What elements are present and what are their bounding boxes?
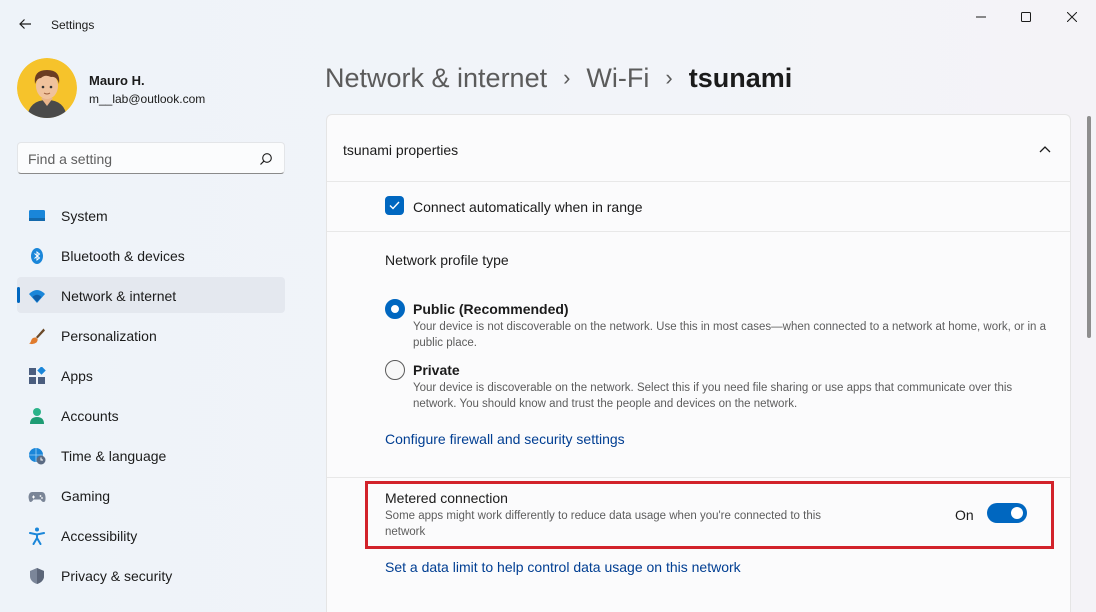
user-avatar-icon <box>17 58 77 118</box>
private-radio[interactable] <box>385 360 405 380</box>
breadcrumb-network-internet[interactable]: Network & internet <box>325 63 547 94</box>
sidebar-item-privacy-security[interactable]: Privacy & security <box>17 557 285 593</box>
maximize-button[interactable] <box>1003 0 1049 34</box>
app-title: Settings <box>51 18 95 32</box>
data-limit-link[interactable]: Set a data limit to help control data us… <box>385 559 741 575</box>
sidebar-item-label: Accounts <box>61 408 119 424</box>
shield-icon <box>30 568 44 584</box>
brush-icon <box>29 328 45 345</box>
accessibility-icon <box>29 527 45 545</box>
sidebar-item-label: Personalization <box>61 328 157 344</box>
close-icon <box>1067 12 1077 22</box>
user-name: Mauro H. <box>89 73 145 88</box>
breadcrumb-wifi[interactable]: Wi-Fi <box>586 63 649 94</box>
public-radio-label[interactable]: Public (Recommended) <box>413 301 569 317</box>
sidebar-item-apps[interactable]: Apps <box>17 357 285 393</box>
back-button[interactable] <box>12 10 38 38</box>
close-button[interactable] <box>1049 0 1095 34</box>
sidebar-item-time-language[interactable]: Time & language <box>17 437 285 473</box>
sidebar-item-gaming[interactable]: Gaming <box>17 477 285 513</box>
user-email: m__lab@outlook.com <box>89 92 206 106</box>
sidebar-item-accessibility[interactable]: Accessibility <box>17 517 285 553</box>
public-description: Your device is not discoverable on the n… <box>413 321 1047 349</box>
gamepad-icon <box>28 492 46 502</box>
back-arrow-icon <box>19 19 31 29</box>
firewall-settings-link[interactable]: Configure firewall and security settings <box>385 431 625 447</box>
minimize-icon <box>976 16 986 18</box>
card-title: tsunami properties <box>343 142 459 158</box>
chevron-right-icon: › <box>563 65 571 90</box>
search-icon[interactable] <box>258 151 274 167</box>
maximize-icon <box>1021 12 1031 22</box>
person-icon <box>30 408 44 424</box>
sidebar-item-personalization[interactable]: Personalization <box>17 317 285 353</box>
wifi-icon <box>29 290 45 303</box>
settings-window: Settings Mauro H. m__lab@outlook.com Fin… <box>0 0 1096 612</box>
globe-clock-icon <box>29 448 46 465</box>
private-radio-label[interactable]: Private <box>413 362 460 378</box>
network-profile-title: Network profile type <box>385 252 509 268</box>
sidebar-item-label: Gaming <box>61 488 111 504</box>
public-radio[interactable] <box>385 299 405 319</box>
title-bar: Settings <box>0 0 1096 48</box>
search-input[interactable] <box>28 149 253 169</box>
sidebar-item-label: System <box>61 208 108 224</box>
auto-connect-checkbox[interactable] <box>385 196 404 215</box>
search-box <box>17 142 285 174</box>
selection-indicator <box>17 287 20 303</box>
divider <box>327 477 1070 478</box>
sidebar-item-label: Apps <box>61 368 93 384</box>
scrollbar[interactable] <box>1087 116 1091 338</box>
private-description: Your device is discoverable on the netwo… <box>413 382 1013 410</box>
monitor-icon <box>29 210 45 221</box>
sidebar-item-bluetooth[interactable]: Bluetooth & devices <box>17 237 285 273</box>
minimize-button[interactable] <box>958 0 1004 34</box>
auto-connect-label[interactable]: Connect automatically when in range <box>413 199 643 215</box>
sidebar-item-label: Bluetooth & devices <box>61 248 185 264</box>
sidebar-item-accounts[interactable]: Accounts <box>17 397 285 433</box>
sidebar-item-label: Accessibility <box>61 528 138 544</box>
sidebar-item-label: Network & internet <box>61 288 177 304</box>
checkmark-icon <box>389 201 400 210</box>
collapse-button[interactable] <box>1033 139 1057 159</box>
avatar[interactable] <box>17 58 77 118</box>
highlight-box <box>365 481 1054 549</box>
sidebar-item-network[interactable]: Network & internet <box>17 277 285 313</box>
sidebar-item-system[interactable]: System <box>17 197 285 233</box>
properties-card: tsunami properties Connect automatically… <box>326 114 1071 612</box>
sidebar-item-label: Privacy & security <box>61 568 173 584</box>
page-title: tsunami <box>688 62 793 93</box>
bluetooth-icon <box>31 248 43 264</box>
chevron-right-icon: › <box>665 65 673 90</box>
auto-connect-row: Connect automatically when in range <box>327 182 1070 232</box>
apps-icon <box>29 367 46 384</box>
card-header[interactable]: tsunami properties <box>327 115 1070 182</box>
chevron-up-icon <box>1039 146 1051 153</box>
breadcrumb: Network & internet › Wi-Fi › tsunami <box>325 58 792 98</box>
sidebar-item-label: Time & language <box>61 448 167 464</box>
